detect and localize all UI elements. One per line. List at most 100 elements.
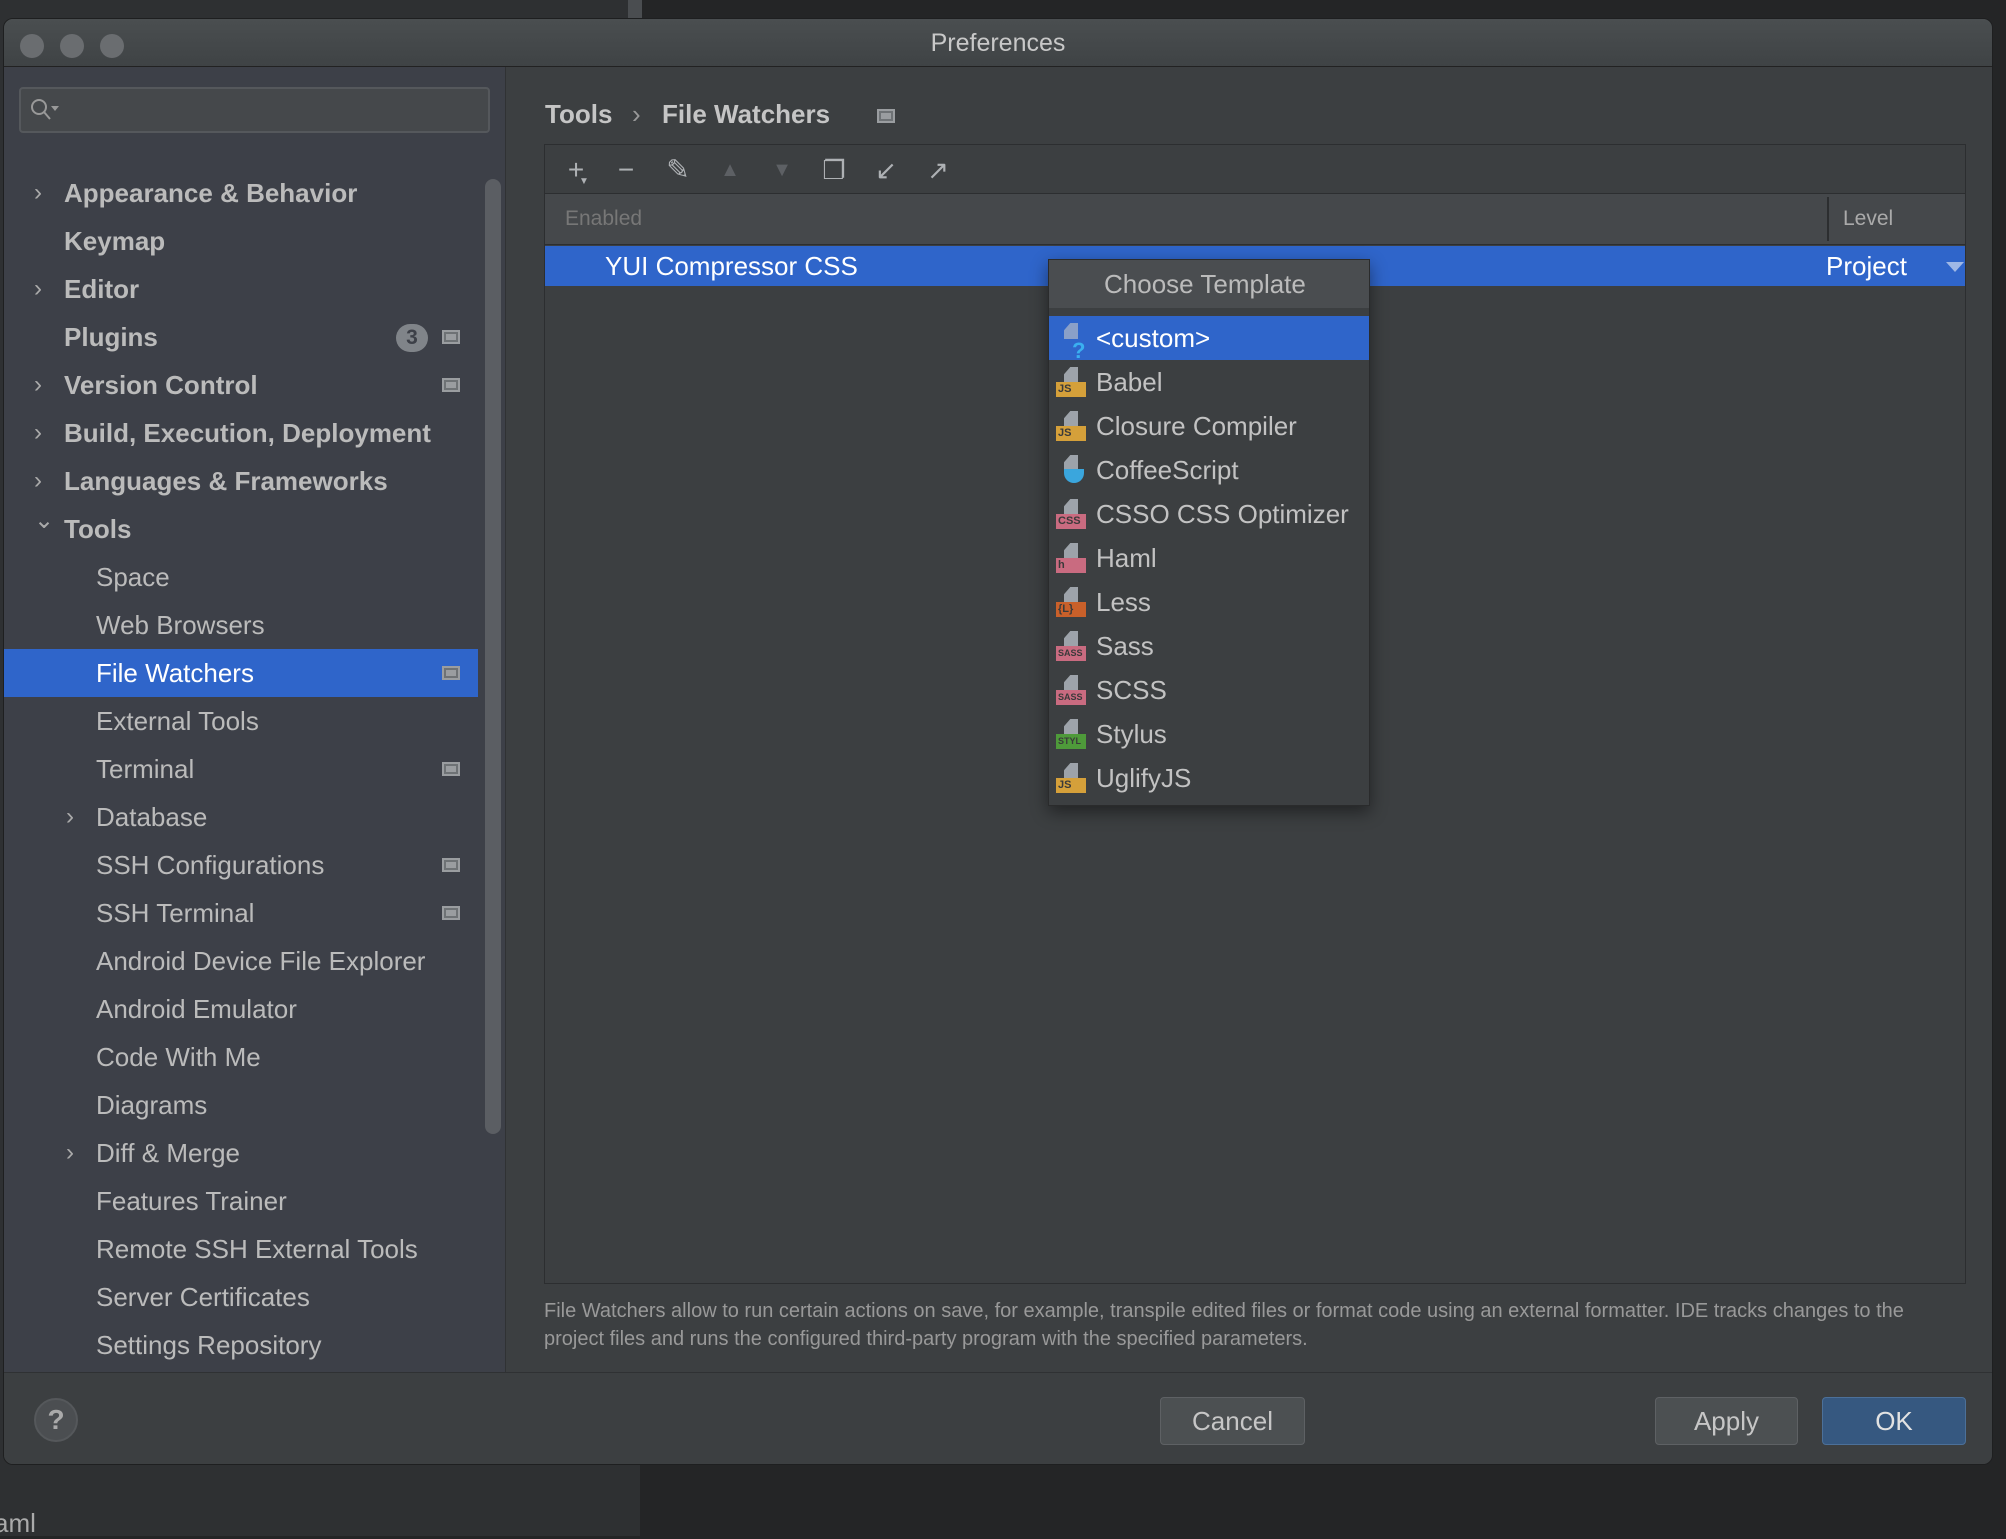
template-item[interactable]: SASS SCSS — [1049, 668, 1369, 712]
move-down-icon[interactable]: ▼ — [767, 155, 797, 185]
template-item[interactable]: {L} Less — [1049, 580, 1369, 624]
sidebar-item-features-trainer[interactable]: Features Trainer — [4, 1177, 478, 1225]
background-text: aml — [0, 1508, 36, 1538]
template-item[interactable]: CoffeeScript — [1049, 448, 1369, 492]
breadcrumb-current: File Watchers — [662, 99, 831, 129]
css-file-icon: CSS — [1056, 499, 1086, 529]
sidebar-item-label: Build, Execution, Deployment — [64, 418, 431, 448]
chevron-right-icon[interactable]: › — [34, 265, 42, 313]
cancel-button[interactable]: Cancel — [1160, 1397, 1305, 1445]
level-select[interactable]: Project — [1826, 246, 1907, 286]
sidebar-item-label: Space — [96, 562, 170, 592]
coffeescript-file-icon — [1056, 455, 1086, 485]
sidebar-item-version-control[interactable]: › Version Control — [4, 361, 478, 409]
template-label: CSSO CSS Optimizer — [1096, 499, 1349, 529]
sidebar-item-editor[interactable]: › Editor — [4, 265, 478, 313]
sidebar-item-file-watchers[interactable]: File Watchers — [4, 649, 478, 697]
sidebar-item-keymap[interactable]: Keymap — [4, 217, 478, 265]
chevron-down-icon[interactable] — [1946, 262, 1964, 272]
template-label: UglifyJS — [1096, 763, 1192, 793]
update-count-badge: 3 — [396, 324, 428, 352]
sidebar-scrollbar[interactable] — [485, 179, 501, 1134]
sidebar-item-diff-merge[interactable]: › Diff & Merge — [4, 1129, 478, 1177]
chevron-right-icon[interactable]: › — [34, 409, 42, 457]
import-icon[interactable]: ↙ — [871, 155, 901, 185]
sidebar-item-label: Terminal — [96, 754, 195, 784]
project-scope-icon — [442, 906, 460, 920]
custom-file-icon: ? — [1056, 323, 1086, 363]
help-button[interactable]: ? — [34, 1398, 78, 1442]
sidebar-item-ssh-configurations[interactable]: SSH Configurations — [4, 841, 478, 889]
sidebar-item-external-tools[interactable]: External Tools — [4, 697, 478, 745]
js-file-icon: JS — [1056, 763, 1086, 793]
sidebar-item-label: File Watchers — [96, 658, 254, 688]
template-label: CoffeeScript — [1096, 455, 1239, 485]
column-header-level[interactable]: Level — [1843, 207, 1893, 231]
template-item[interactable]: ? <custom> — [1049, 316, 1369, 363]
project-scope-icon — [442, 666, 460, 680]
sidebar-item-label: Server Certificates — [96, 1282, 310, 1312]
breadcrumb-parent[interactable]: Tools — [545, 99, 612, 130]
title-bar: Preferences — [4, 19, 1992, 67]
chevron-right-icon[interactable]: › — [66, 1129, 74, 1177]
sidebar-item-label: Plugins — [64, 322, 158, 352]
sidebar-item-label: Languages & Frameworks — [64, 466, 388, 496]
sidebar-item-android-device-file-explorer[interactable]: Android Device File Explorer — [4, 937, 478, 985]
sass-file-icon: SASS — [1056, 675, 1086, 705]
template-item[interactable]: CSS CSSO CSS Optimizer — [1049, 492, 1369, 536]
export-icon[interactable]: ↗ — [923, 155, 953, 185]
template-label: Babel — [1096, 367, 1163, 397]
remove-icon[interactable]: − — [611, 155, 641, 185]
sidebar-item-database[interactable]: › Database — [4, 793, 478, 841]
project-scope-icon — [442, 330, 460, 344]
move-up-icon[interactable]: ▲ — [715, 155, 745, 185]
sidebar-item-remote-ssh-external-tools[interactable]: Remote SSH External Tools — [4, 1225, 478, 1273]
sidebar-item-label: Android Device File Explorer — [96, 946, 426, 976]
sidebar-item-appearance-behavior[interactable]: › Appearance & Behavior — [4, 169, 478, 217]
edit-icon[interactable]: ✎ — [663, 155, 693, 185]
chevron-down-icon[interactable]: ⌄ — [34, 497, 54, 545]
ok-button[interactable]: OK — [1822, 1397, 1966, 1445]
template-label: Haml — [1096, 543, 1157, 573]
sidebar-item-label: Version Control — [64, 370, 258, 400]
js-file-icon: JS — [1056, 411, 1086, 441]
sidebar-item-server-certificates[interactable]: Server Certificates — [4, 1273, 478, 1321]
template-item[interactable]: SASS Sass — [1049, 624, 1369, 668]
sidebar-item-languages-frameworks[interactable]: › Languages & Frameworks — [4, 457, 478, 505]
chevron-right-icon[interactable]: › — [34, 169, 42, 217]
apply-button[interactable]: Apply — [1655, 1397, 1798, 1445]
add-icon[interactable]: + ▼ — [561, 155, 591, 188]
sidebar-item-label: Remote SSH External Tools — [96, 1234, 418, 1264]
styl-file-icon: STYL — [1056, 719, 1086, 749]
sidebar-item-ssh-terminal[interactable]: SSH Terminal — [4, 889, 478, 937]
background-scrollbar — [628, 0, 642, 20]
sidebar-item-web-browsers[interactable]: Web Browsers — [4, 601, 478, 649]
search-input[interactable] — [19, 87, 490, 133]
dialog-footer: ? Cancel Apply OK — [4, 1372, 1992, 1464]
sidebar-item-space[interactable]: Space — [4, 553, 478, 601]
sidebar-item-tools[interactable]: ⌄ Tools — [4, 505, 478, 553]
chevron-right-icon[interactable]: › — [66, 793, 74, 841]
column-divider[interactable] — [1827, 197, 1829, 241]
sidebar-item-code-with-me[interactable]: Code With Me — [4, 1033, 478, 1081]
sidebar-item-label: Keymap — [64, 226, 166, 256]
template-item[interactable]: STYL Stylus — [1049, 712, 1369, 756]
copy-icon[interactable]: ❐ — [819, 155, 849, 185]
sidebar-item-android-emulator[interactable]: Android Emulator — [4, 985, 478, 1033]
preferences-dialog: Preferences › Appearance & Behavior Keymap… — [3, 18, 1993, 1465]
chevron-right-icon[interactable]: › — [34, 361, 42, 409]
sidebar-item-terminal[interactable]: Terminal — [4, 745, 478, 793]
sidebar-item-plugins[interactable]: Plugins 3 — [4, 313, 478, 361]
column-header-enabled[interactable]: Enabled — [565, 207, 642, 231]
js-file-icon: JS — [1056, 367, 1086, 397]
template-item[interactable]: h Haml — [1049, 536, 1369, 580]
template-item[interactable]: JS Closure Compiler — [1049, 404, 1369, 448]
sidebar-item-diagrams[interactable]: Diagrams — [4, 1081, 478, 1129]
l-file-icon: {L} — [1056, 587, 1086, 617]
sidebar-item-settings-repository[interactable]: Settings Repository — [4, 1321, 478, 1369]
sidebar-item-label: External Tools — [96, 706, 259, 736]
template-item[interactable]: JS Babel — [1049, 360, 1369, 404]
sidebar-item-build-execution-deployment[interactable]: › Build, Execution, Deployment — [4, 409, 478, 457]
project-scope-icon — [877, 109, 895, 123]
template-item[interactable]: JS UglifyJS — [1049, 756, 1369, 800]
